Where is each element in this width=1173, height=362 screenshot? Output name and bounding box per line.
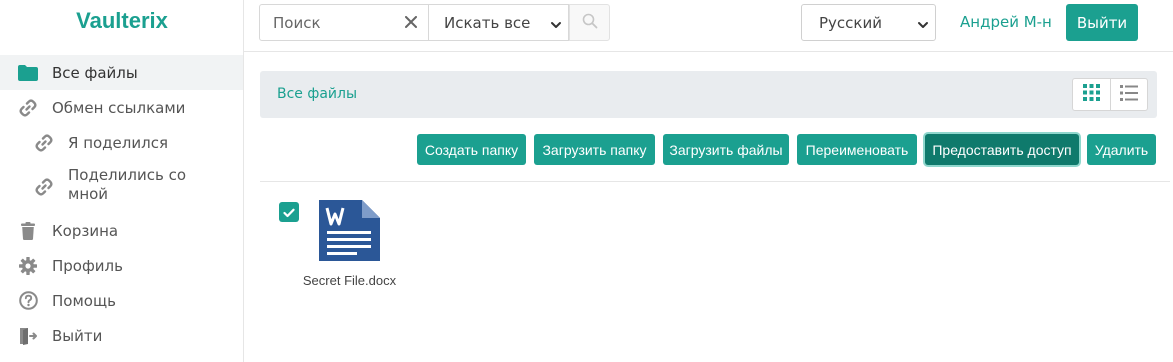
create-folder-button[interactable]: Создать папку: [417, 134, 526, 165]
app-logo[interactable]: Vaulterix: [0, 8, 244, 34]
sidebar-item-profile[interactable]: Профиль: [0, 248, 243, 283]
delete-button[interactable]: Удалить: [1087, 134, 1156, 165]
folder-icon: [18, 63, 38, 83]
sidebar-nav: Все файлы Обмен ссылками Я поделился Под…: [0, 55, 243, 353]
link-icon: [18, 98, 38, 118]
sidebar-item-label: Профиль: [52, 256, 123, 275]
sidebar-item-label: Выйти: [52, 326, 103, 345]
sidebar-item-label: Корзина: [52, 221, 119, 240]
list-view-button[interactable]: [1109, 79, 1147, 110]
upload-files-button[interactable]: Загрузить файлы: [663, 134, 789, 165]
view-toggle: [1072, 78, 1148, 111]
file-select-checkbox[interactable]: [279, 202, 299, 222]
language-select[interactable]: Русский: [801, 4, 936, 41]
help-icon: [18, 291, 38, 311]
top-bar: Искать все Русский Андрей М-н Выйти: [244, 0, 1173, 52]
sidebar-item-label: Все файлы: [52, 63, 138, 82]
sidebar-item-label: Поделились со мной: [68, 166, 187, 203]
share-button[interactable]: Предоставить доступ: [925, 134, 1079, 165]
language-value: Русский: [819, 13, 882, 32]
clear-search-icon[interactable]: [402, 13, 420, 31]
divider: [260, 181, 1170, 182]
list-icon: [1119, 84, 1138, 105]
search-scope-value: Искать все: [444, 13, 531, 32]
sidebar-item-link-sharing[interactable]: Обмен ссылками: [0, 90, 243, 125]
sidebar-item-help[interactable]: Помощь: [0, 283, 243, 318]
search-icon: [582, 13, 598, 33]
action-toolbar: Создать папку Загрузить папку Загрузить …: [0, 134, 1173, 165]
gear-icon: [18, 256, 38, 276]
logout-button[interactable]: Выйти: [1066, 4, 1138, 41]
breadcrumb-all-files[interactable]: Все файлы: [277, 86, 357, 102]
grid-icon: [1082, 84, 1100, 105]
sidebar-item-label: Помощь: [52, 291, 116, 310]
sidebar: Vaulterix Все файлы Обмен ссылками Я под…: [0, 0, 244, 362]
rename-button[interactable]: Переименовать: [797, 134, 917, 165]
file-item[interactable]: Secret File.docx: [279, 196, 419, 296]
user-name-link[interactable]: Андрей М-н: [960, 13, 1052, 31]
link-icon: [34, 177, 54, 197]
file-name[interactable]: Secret File.docx: [279, 273, 420, 288]
breadcrumb-bar: Все файлы: [260, 71, 1157, 118]
chevron-down-icon: [917, 17, 929, 35]
sidebar-item-label: Обмен ссылками: [52, 98, 186, 117]
search-scope-select[interactable]: Искать все: [429, 4, 569, 41]
logout-icon: [18, 326, 38, 346]
sidebar-item-shared-with-me[interactable]: Поделились со мной: [0, 160, 243, 213]
sidebar-item-trash[interactable]: Корзина: [0, 213, 243, 248]
chevron-down-icon: [550, 17, 562, 35]
sidebar-item-all-files[interactable]: Все файлы: [0, 55, 243, 90]
word-document-icon: [317, 198, 382, 263]
search-button[interactable]: [569, 4, 610, 41]
upload-folder-button[interactable]: Загрузить папку: [534, 134, 655, 165]
checkmark-icon: [283, 203, 295, 222]
trash-icon: [18, 221, 38, 241]
sidebar-item-logout[interactable]: Выйти: [0, 318, 243, 353]
grid-view-button[interactable]: [1073, 79, 1110, 110]
